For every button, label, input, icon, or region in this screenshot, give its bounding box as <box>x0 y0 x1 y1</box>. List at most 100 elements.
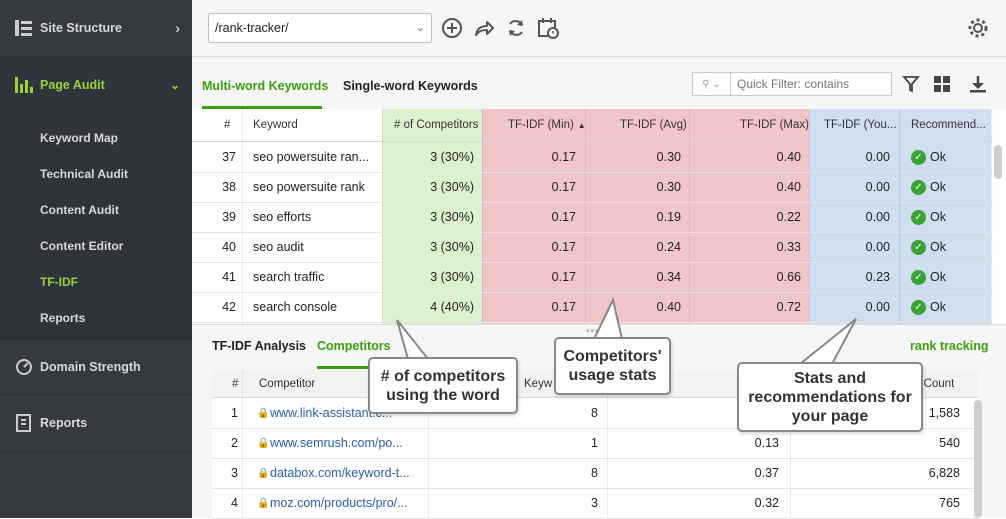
tab-competitors[interactable]: Competitors <box>317 339 391 353</box>
competitor-cell-url[interactable]: www.semrush.com/po... <box>270 428 430 458</box>
table-cell-kw[interactable]: seo audit <box>253 232 378 262</box>
table-cell-comp[interactable]: 3 (30%) <box>382 232 474 262</box>
sidebar-item-page-audit[interactable]: Page Audit ⌄ <box>0 57 192 114</box>
table-cell-min[interactable]: 0.17 <box>482 142 576 172</box>
table-cell-comp[interactable]: 4 (40%) <box>382 292 474 322</box>
table-cell-max[interactable]: 0.33 <box>689 232 801 262</box>
table-cell-max[interactable]: 0.40 <box>689 172 801 202</box>
recommendation-label: Ok <box>930 180 946 194</box>
page-audit-icon <box>15 77 33 93</box>
table-cell-recommendation[interactable]: ✓ Ok <box>911 142 991 172</box>
table-cell-max[interactable]: 0.72 <box>689 292 801 322</box>
table-cell-avg[interactable]: 0.40 <box>585 292 681 322</box>
ok-check-icon: ✓ <box>911 149 926 165</box>
table-cell-you[interactable]: 0.23 <box>809 262 890 292</box>
col-header-recommendation[interactable]: Recommend... <box>911 109 986 142</box>
table-cell-max[interactable]: 0.66 <box>689 262 801 292</box>
col-header-keyword[interactable]: Keyword <box>253 109 298 142</box>
recommendation-label: Ok <box>930 240 946 254</box>
table-cell-min[interactable]: 0.17 <box>482 292 576 322</box>
table-cell-kw[interactable]: seo powersuite rank <box>253 172 378 202</box>
sidebar-item-tf-idf[interactable]: TF-IDF <box>0 264 192 300</box>
competitors-scrollbar[interactable] <box>974 400 982 518</box>
table-cell-max[interactable]: 0.40 <box>689 142 801 172</box>
table-cell-recommendation[interactable]: ✓ Ok <box>911 262 991 292</box>
table-cell-comp[interactable]: 3 (30%) <box>382 202 474 232</box>
col-header-tfidf-max[interactable]: TF-IDF (Max) <box>740 109 809 142</box>
col-header-keywords[interactable]: Keyw <box>524 370 553 398</box>
table-cell-max[interactable]: 0.22 <box>689 202 801 232</box>
table-cell-min[interactable]: 0.17 <box>482 202 576 232</box>
resize-handle[interactable]: ••• <box>586 326 600 337</box>
table-cell-n[interactable]: 37 <box>192 142 236 172</box>
table-cell-kw[interactable]: seo efforts <box>253 202 378 232</box>
quick-filter-input[interactable] <box>731 77 881 91</box>
share-icon[interactable] <box>472 16 496 40</box>
table-cell-recommendation[interactable]: ✓ Ok <box>911 172 991 202</box>
col-header-num[interactable]: # <box>224 109 231 142</box>
table-cell-comp[interactable]: 3 (30%) <box>382 262 474 292</box>
col-header-competitor[interactable]: Competitor <box>259 370 316 398</box>
table-cell-avg[interactable]: 0.30 <box>585 172 681 202</box>
table-cell-you[interactable]: 0.00 <box>809 142 890 172</box>
table-cell-n[interactable]: 39 <box>192 202 236 232</box>
gear-icon[interactable] <box>966 16 990 40</box>
col-header-competitors[interactable]: # of Competitors <box>394 109 479 142</box>
sidebar-item-reports-sub[interactable]: Reports <box>0 300 192 336</box>
table-cell-you[interactable]: 0.00 <box>809 172 890 202</box>
table-cell-min[interactable]: 0.17 <box>482 232 576 262</box>
url-select[interactable]: /rank-tracker/ ⌄ <box>208 13 432 43</box>
table-cell-kw[interactable]: seo powersuite ran... <box>253 142 378 172</box>
sidebar-item-label: Page Audit <box>40 78 105 92</box>
table-cell-you[interactable]: 0.00 <box>809 202 890 232</box>
table-cell-n[interactable]: 40 <box>192 232 236 262</box>
col-header-tfidf-yours[interactable]: TF-IDF (You... <box>824 109 897 142</box>
sidebar-item-content-audit[interactable]: Content Audit <box>0 192 192 228</box>
table-cell-n[interactable]: 42 <box>192 292 236 322</box>
table-cell-recommendation[interactable]: ✓ Ok <box>911 202 991 232</box>
table-cell-avg[interactable]: 0.34 <box>585 262 681 292</box>
table-cell-min[interactable]: 0.17 <box>482 172 576 202</box>
ok-check-icon: ✓ <box>911 239 926 255</box>
table-cell-min[interactable]: 0.17 <box>482 262 576 292</box>
competitor-cell-url[interactable]: moz.com/products/pro/... <box>270 488 430 518</box>
rank-tracking-label: rank tracking <box>910 339 989 353</box>
table-cell-kw[interactable]: search console <box>253 292 378 322</box>
table-cell-avg[interactable]: 0.24 <box>585 232 681 262</box>
table-cell-recommendation[interactable]: ✓ Ok <box>911 232 991 262</box>
ok-check-icon: ✓ <box>911 269 926 285</box>
table-cell-kw[interactable]: search traffic <box>253 262 378 292</box>
table-cell-recommendation[interactable]: ✓ Ok <box>911 292 991 322</box>
competitor-cell-url[interactable]: databox.com/keyword-t... <box>270 458 430 488</box>
table-cell-n[interactable]: 38 <box>192 172 236 202</box>
grid-view-icon[interactable] <box>933 75 951 93</box>
col-header-num[interactable]: # <box>232 370 239 398</box>
sidebar-item-content-editor[interactable]: Content Editor <box>0 228 192 264</box>
table-cell-you[interactable]: 0.00 <box>809 292 890 322</box>
table-cell-comp[interactable]: 3 (30%) <box>382 142 474 172</box>
sidebar-item-keyword-map[interactable]: Keyword Map <box>0 120 192 156</box>
download-icon[interactable] <box>968 74 988 94</box>
table-cell-n[interactable]: 41 <box>192 262 236 292</box>
tab-multi-word-keywords[interactable]: Multi-word Keywords <box>202 79 328 93</box>
col-header-tfidf-avg[interactable]: TF-IDF (Avg) <box>620 109 687 142</box>
callout-text: Stats and recommendations for your page <box>748 369 912 425</box>
search-icon[interactable]: ⚲ ⌄ <box>693 73 731 95</box>
table-cell-you[interactable]: 0.00 <box>809 232 890 262</box>
recommendation-label: Ok <box>930 270 946 284</box>
sidebar-item-reports[interactable]: Reports <box>0 395 192 452</box>
table-cell-avg[interactable]: 0.19 <box>585 202 681 232</box>
filter-icon[interactable] <box>902 75 920 93</box>
tab-single-word-keywords[interactable]: Single-word Keywords <box>343 79 478 93</box>
add-icon[interactable] <box>440 16 464 40</box>
table-cell-avg[interactable]: 0.30 <box>585 142 681 172</box>
col-header-tfidf-min[interactable]: TF-IDF (Min) ▲ <box>508 109 586 142</box>
sidebar-item-technical-audit[interactable]: Technical Audit <box>0 156 192 192</box>
sidebar-item-site-structure[interactable]: Site Structure › <box>0 0 192 57</box>
sidebar-item-domain-strength[interactable]: Domain Strength <box>0 338 192 395</box>
refresh-icon[interactable] <box>504 16 528 40</box>
schedule-icon[interactable] <box>536 16 560 40</box>
tab-tf-idf-analysis[interactable]: TF-IDF Analysis <box>212 339 306 353</box>
table-cell-comp[interactable]: 3 (30%) <box>382 172 474 202</box>
table-scrollbar[interactable] <box>994 145 1002 179</box>
